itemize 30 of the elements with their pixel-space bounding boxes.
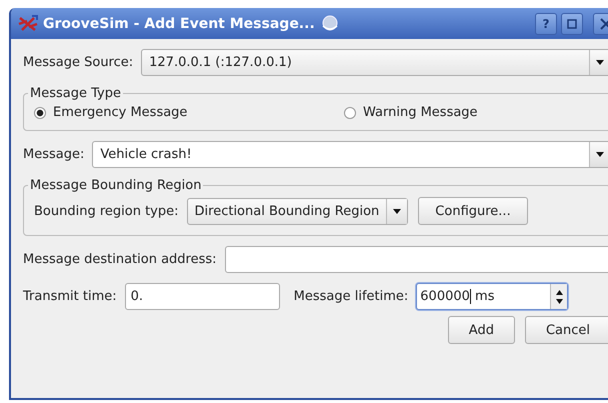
caret-icon bbox=[596, 60, 604, 65]
spin-arrows-icon bbox=[554, 288, 564, 306]
maximize-icon bbox=[567, 18, 577, 28]
field-label: Message: bbox=[23, 147, 84, 162]
field-label: Message lifetime: bbox=[294, 289, 408, 304]
radio-button[interactable] bbox=[34, 106, 46, 118]
field-label: Transmit time: bbox=[23, 289, 117, 304]
message-dropdown[interactable]: Vehicle crash! bbox=[92, 141, 608, 168]
caret-icon bbox=[393, 208, 402, 214]
help-button[interactable]: ? bbox=[535, 12, 557, 34]
add-button[interactable]: Add bbox=[448, 316, 515, 344]
lifetime-spinbox[interactable]: 600000 ms bbox=[416, 283, 568, 310]
radio-option[interactable]: Warning Message bbox=[344, 105, 608, 120]
transmit-time-field[interactable]: 0. bbox=[124, 283, 280, 310]
radio-option[interactable]: Emergency Message bbox=[34, 105, 344, 120]
caret-icon bbox=[596, 152, 604, 157]
radio-button[interactable] bbox=[344, 106, 356, 118]
cancel-button[interactable]: Cancel bbox=[524, 316, 608, 344]
address-field[interactable] bbox=[224, 246, 608, 273]
group-title: Message Type bbox=[29, 86, 122, 101]
source-dropdown[interactable]: 127.0.0.1 (:127.0.0.1) bbox=[141, 49, 608, 76]
region-type-dropdown[interactable]: Directional Bounding Region bbox=[186, 198, 408, 224]
field-label: Message Source: bbox=[23, 55, 134, 70]
field-label: Message destination address: bbox=[23, 252, 217, 267]
field-label: Bounding region type: bbox=[34, 204, 179, 218]
app-icon bbox=[17, 14, 39, 32]
window-title: GrooveSim - Add Event Message... bbox=[43, 16, 315, 32]
group-title: Message Bounding Region bbox=[29, 178, 202, 193]
maximize-button[interactable] bbox=[561, 12, 583, 34]
configure-button[interactable]: Configure... bbox=[418, 197, 528, 225]
